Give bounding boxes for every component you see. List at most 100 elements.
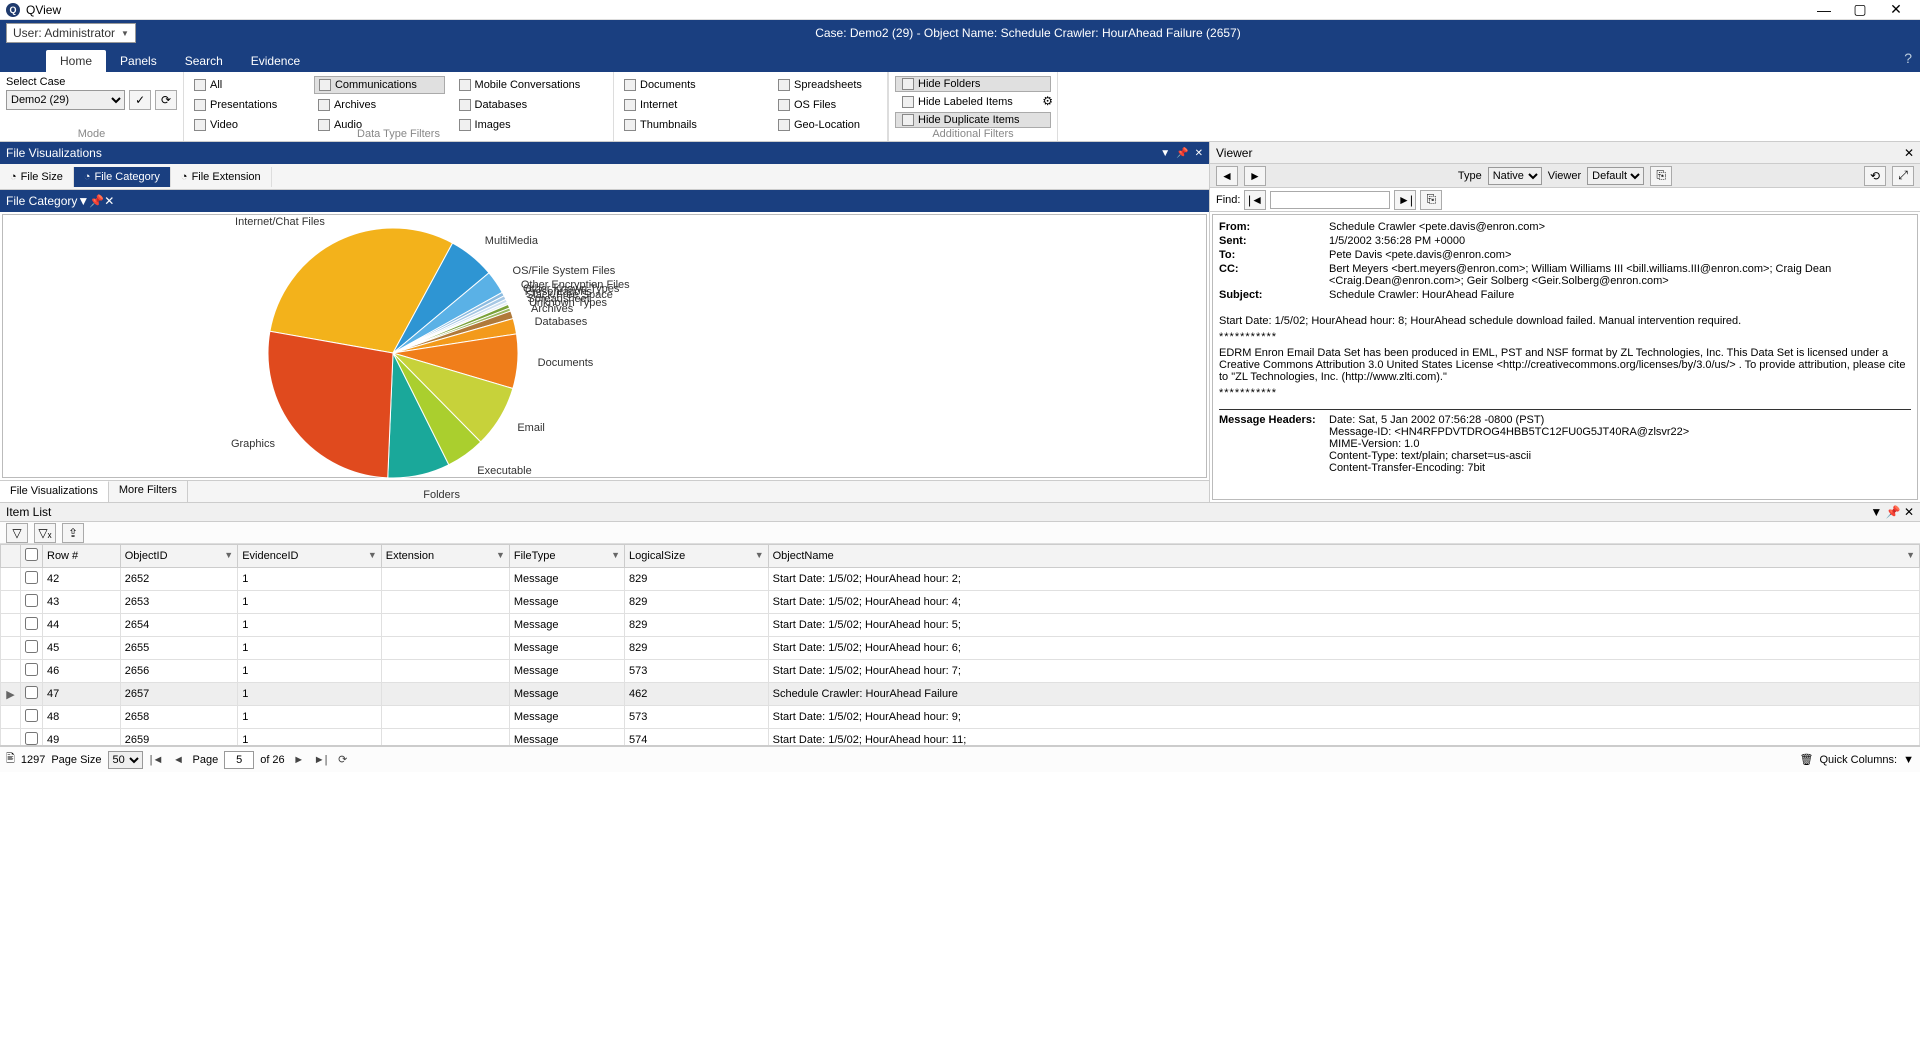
itemlist-collapse-icon[interactable]: ▼ bbox=[1870, 505, 1882, 519]
bottom-tab-morefilters[interactable]: More Filters bbox=[109, 481, 188, 502]
find-next-button[interactable]: ►| bbox=[1394, 190, 1416, 210]
refresh-case-button[interactable]: ⟳ bbox=[155, 90, 177, 110]
pagesize-select[interactable]: 50 bbox=[108, 751, 143, 769]
hide-labeled[interactable]: Hide Labeled Items bbox=[895, 94, 1051, 110]
col-row[interactable]: Row # bbox=[43, 545, 121, 568]
quick-columns-caret[interactable]: ▼ bbox=[1903, 754, 1914, 766]
row-checkbox[interactable] bbox=[25, 640, 38, 653]
tab-search[interactable]: Search bbox=[171, 50, 237, 72]
tab-evidence[interactable]: Evidence bbox=[237, 50, 314, 72]
table-row[interactable]: 4926591Message574Start Date: 1/5/02; Hou… bbox=[1, 729, 1920, 747]
prev-page-button[interactable]: ◄ bbox=[171, 754, 187, 766]
viewer-close-icon[interactable]: ✕ bbox=[1904, 146, 1914, 160]
table-row[interactable]: 4326531Message829Start Date: 1/5/02; Hou… bbox=[1, 591, 1920, 614]
help-icon[interactable]: ? bbox=[1904, 50, 1912, 66]
itemlist-close-icon[interactable]: ✕ bbox=[1904, 505, 1914, 519]
pie-slice-graphics[interactable] bbox=[268, 331, 393, 478]
filter-presentations[interactable]: Presentations bbox=[190, 96, 304, 114]
find-copy-button[interactable]: ⎘ bbox=[1420, 190, 1442, 210]
filter-all[interactable]: All bbox=[190, 76, 304, 94]
pin-icon[interactable]: 📌 bbox=[1176, 148, 1188, 159]
close-pane-icon[interactable]: ✕ bbox=[1195, 148, 1203, 159]
collapse-icon[interactable]: ▼ bbox=[1160, 148, 1170, 159]
bottom-tab-fileviz[interactable]: File Visualizations bbox=[0, 481, 109, 502]
gear-icon[interactable]: ⚙ bbox=[1042, 94, 1053, 108]
find-first-button[interactable]: |◄ bbox=[1244, 190, 1266, 210]
row-checkbox[interactable] bbox=[25, 732, 38, 745]
table-row[interactable]: ▶4726571Message462Schedule Crawler: Hour… bbox=[1, 683, 1920, 706]
next-page-button[interactable]: ► bbox=[291, 754, 307, 766]
filter-spreadsheets[interactable]: Spreadsheets bbox=[774, 76, 881, 94]
refresh-grid-button[interactable]: ⟳ bbox=[335, 753, 351, 766]
viewer-export-button[interactable]: ⎘ bbox=[1650, 166, 1672, 186]
col-filetype[interactable]: FileType▼ bbox=[509, 545, 624, 568]
chart-close-icon[interactable]: ✕ bbox=[104, 194, 114, 208]
pagesize-label: Page Size bbox=[51, 754, 101, 766]
pie-label: Executable bbox=[477, 465, 531, 477]
user-dropdown[interactable]: User: Administrator ▼ bbox=[6, 23, 136, 43]
col-objectid[interactable]: ObjectID▼ bbox=[120, 545, 237, 568]
filter-internet[interactable]: Internet bbox=[620, 96, 762, 114]
trash-icon[interactable]: 🗑 bbox=[1800, 753, 1814, 766]
filter-thumbnails[interactable]: Thumbnails bbox=[620, 116, 762, 134]
last-page-button[interactable]: ►| bbox=[313, 754, 329, 766]
col-logicalsize[interactable]: LogicalSize▼ bbox=[625, 545, 769, 568]
tab-file-category[interactable]: ◔File Category bbox=[74, 167, 171, 187]
confirm-case-button[interactable]: ✓ bbox=[129, 90, 151, 110]
find-input[interactable] bbox=[1270, 191, 1390, 209]
export-grid-icon[interactable]: 🖹 bbox=[6, 750, 15, 769]
filter-databases[interactable]: Databases bbox=[455, 96, 607, 114]
viewer-label: Viewer bbox=[1548, 170, 1581, 182]
filter-archives[interactable]: Archives bbox=[314, 96, 445, 114]
hide-duplicates[interactable]: Hide Duplicate Items bbox=[895, 112, 1051, 128]
row-checkbox[interactable] bbox=[25, 709, 38, 722]
page-input[interactable] bbox=[224, 751, 254, 769]
chart-pin-icon[interactable]: 📌 bbox=[89, 194, 104, 208]
type-label: Type bbox=[1458, 170, 1482, 182]
first-page-button[interactable]: |◄ bbox=[149, 754, 165, 766]
pie-label: Databases bbox=[535, 316, 588, 328]
viewer-next-button[interactable]: ► bbox=[1244, 166, 1266, 186]
row-checkbox[interactable] bbox=[25, 617, 38, 630]
col-objectname[interactable]: ObjectName▼ bbox=[768, 545, 1919, 568]
pie-chart[interactable]: Internet/Chat FilesMultiMediaOS/File Sys… bbox=[2, 214, 1207, 478]
filter-button[interactable]: ▽ bbox=[6, 523, 28, 543]
close-button[interactable]: ✕ bbox=[1878, 1, 1914, 18]
row-checkbox[interactable] bbox=[25, 663, 38, 676]
tab-file-extension[interactable]: ◔File Extension bbox=[171, 167, 272, 187]
document-icon bbox=[624, 79, 636, 91]
tab-panels[interactable]: Panels bbox=[106, 50, 171, 72]
select-all-checkbox[interactable] bbox=[21, 545, 43, 568]
item-grid: Row # ObjectID▼ EvidenceID▼ Extension▼ F… bbox=[0, 544, 1920, 746]
export-button[interactable]: ⇪ bbox=[62, 523, 84, 543]
minimize-button[interactable]: — bbox=[1806, 2, 1842, 18]
viewer-prev-button[interactable]: ◄ bbox=[1216, 166, 1238, 186]
table-row[interactable]: 4526551Message829Start Date: 1/5/02; Hou… bbox=[1, 637, 1920, 660]
filter-mobile[interactable]: Mobile Conversations bbox=[455, 76, 607, 94]
row-checkbox[interactable] bbox=[25, 594, 38, 607]
col-extension[interactable]: Extension▼ bbox=[381, 545, 509, 568]
itemlist-pin-icon[interactable]: 📌 bbox=[1886, 505, 1901, 519]
type-select[interactable]: Native bbox=[1488, 167, 1542, 185]
viewer-tool-a[interactable]: ⟲ bbox=[1864, 166, 1886, 186]
viewer-tool-b[interactable]: ⤢ bbox=[1892, 166, 1914, 186]
filter-osfiles[interactable]: OS Files bbox=[774, 96, 881, 114]
chart-collapse-icon[interactable]: ▼ bbox=[77, 194, 89, 208]
clear-filter-button[interactable]: ▽ₓ bbox=[34, 523, 56, 543]
tab-file-size[interactable]: ◔File Size bbox=[0, 167, 74, 187]
table-row[interactable]: 4426541Message829Start Date: 1/5/02; Hou… bbox=[1, 614, 1920, 637]
table-row[interactable]: 4826581Message573Start Date: 1/5/02; Hou… bbox=[1, 706, 1920, 729]
tab-home[interactable]: Home bbox=[46, 50, 106, 72]
filter-communications[interactable]: Communications bbox=[314, 76, 445, 94]
col-evidenceid[interactable]: EvidenceID▼ bbox=[238, 545, 382, 568]
table-row[interactable]: 4226521Message829Start Date: 1/5/02; Hou… bbox=[1, 568, 1920, 591]
row-checkbox[interactable] bbox=[25, 571, 38, 584]
viewer-select[interactable]: Default bbox=[1587, 167, 1644, 185]
case-select[interactable]: Demo2 (29) bbox=[6, 90, 125, 110]
filter-documents[interactable]: Documents bbox=[620, 76, 762, 94]
filter-geo[interactable]: Geo-Location bbox=[774, 116, 881, 134]
table-row[interactable]: 4626561Message573Start Date: 1/5/02; Hou… bbox=[1, 660, 1920, 683]
row-checkbox[interactable] bbox=[25, 686, 38, 699]
maximize-button[interactable]: ▢ bbox=[1842, 1, 1878, 18]
hide-folders[interactable]: Hide Folders bbox=[895, 76, 1051, 92]
